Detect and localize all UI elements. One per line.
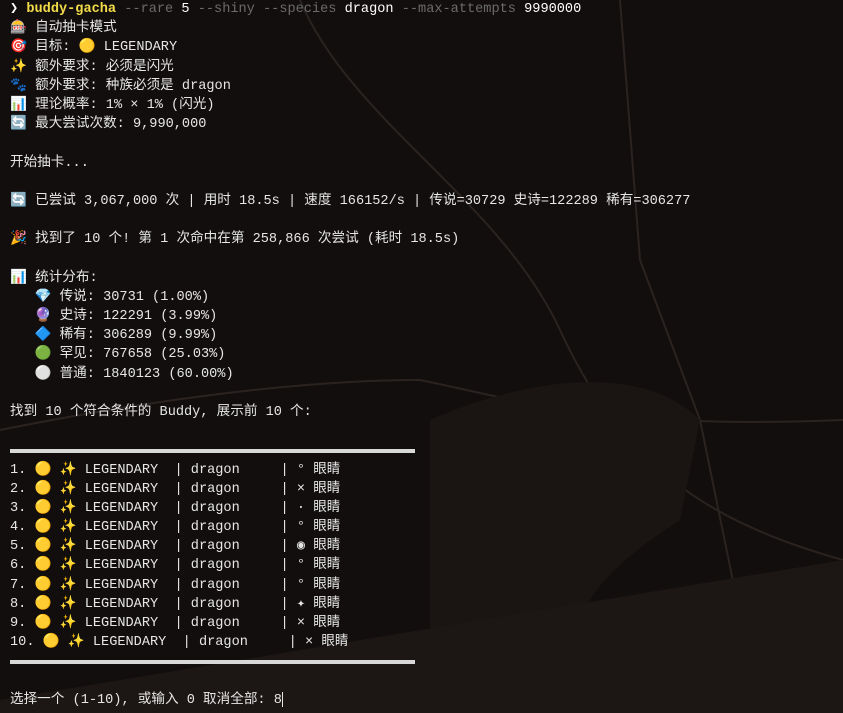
header-line: 🔄 最大尝试次数: 9,990,000 (10, 117, 207, 133)
eye-glyph: ° (296, 577, 306, 593)
sparkles-icon: ✨ (59, 539, 77, 555)
yellow-circle-icon: 🟡 (34, 500, 52, 516)
yellow-circle-icon: 🟡 (34, 616, 52, 631)
start-text: 开始抽卡... (10, 155, 89, 171)
sparkles-icon: ✨ (10, 59, 27, 75)
sparkles-icon: ✨ (67, 635, 85, 651)
result-row: 8. 🟡 ✨ LEGENDARY | dragon | ✦ 眼睛 (10, 596, 341, 612)
eye-glyph: × (296, 481, 306, 497)
crystal-ball-icon: 🔮 (34, 309, 52, 324)
yellow-circle-icon: 🟡 (34, 558, 52, 574)
eye-glyph: ° (296, 462, 306, 478)
refresh-icon: 🔄 (10, 193, 27, 209)
selection-input[interactable]: 8 (274, 693, 282, 708)
eye-glyph: ° (296, 558, 306, 574)
yellow-circle-icon: 🟡 (34, 539, 52, 555)
divider-bottom (10, 659, 415, 664)
header-line: 🎰 自动抽卡模式 (10, 21, 117, 37)
command-line: ❯ buddy-gacha --rare 5 --shiny --species… (10, 2, 582, 17)
party-icon: 🎉 (10, 232, 27, 248)
paw-icon: 🐾 (10, 78, 27, 94)
chart-icon: 📊 (10, 97, 27, 113)
result-row: 6. 🟡 ✨ LEGENDARY | dragon | ° 眼睛 (10, 558, 341, 574)
header-line: 🐾 额外要求: 种族必须是 dragon (10, 78, 231, 94)
chart-icon: 📊 (10, 270, 27, 286)
result-row: 2. 🟡 ✨ LEGENDARY | dragon | × 眼睛 (10, 481, 341, 497)
yellow-circle-icon: 🟡 (42, 635, 60, 651)
selection-prompt[interactable]: 选择一个 (1-10), 或输入 0 取消全部: 8 (10, 691, 843, 710)
stat-item: 🟢 罕见: 767658 (25.03%) (34, 347, 226, 363)
sparkles-icon: ✨ (59, 577, 77, 593)
result-row: 4. 🟡 ✨ LEGENDARY | dragon | ° 眼睛 (10, 520, 341, 536)
stat-item: 💎 传说: 30731 (1.00%) (34, 289, 210, 305)
sparkles-icon: ✨ (59, 558, 77, 574)
green-circle-icon: 🟢 (34, 347, 52, 363)
cursor (281, 691, 283, 707)
result-row: 5. 🟡 ✨ LEGENDARY | dragon | ◉ 眼睛 (10, 539, 341, 555)
result-row: 9. 🟡 ✨ LEGENDARY | dragon | × 眼睛 (10, 616, 341, 631)
eye-glyph: ✦ (296, 596, 306, 612)
result-row: 1. 🟡 ✨ LEGENDARY | dragon | ° 眼睛 (10, 462, 341, 478)
terminal: ❯ buddy-gacha --rare 5 --shiny --species… (10, 0, 843, 710)
yellow-circle-icon: 🟡 (34, 520, 52, 536)
gem-icon: 💎 (34, 289, 52, 305)
sparkles-icon: ✨ (59, 616, 77, 631)
stat-item: 🔮 史诗: 122291 (3.99%) (34, 309, 218, 324)
sparkles-icon: ✨ (59, 462, 77, 478)
yellow-circle-icon: 🟡 (34, 596, 52, 612)
yellow-circle-icon: 🟡 (34, 481, 52, 497)
sparkles-icon: ✨ (59, 596, 77, 612)
refresh-icon: 🔄 (10, 117, 27, 133)
eye-glyph: ◉ (296, 539, 306, 555)
eye-glyph: · (296, 500, 306, 516)
header-line: 📊 理论概率: 1% × 1% (闪光) (10, 97, 215, 113)
header-line: ✨ 额外要求: 必须是闪光 (10, 59, 174, 75)
sparkles-icon: ✨ (59, 481, 77, 497)
eye-glyph: ° (296, 520, 306, 536)
eye-glyph: × (296, 616, 306, 631)
white-circle-icon: ⚪ (34, 366, 52, 382)
stat-item: 🔷 稀有: 306289 (9.99%) (34, 328, 218, 344)
eye-glyph: × (305, 635, 314, 651)
summary-text: 找到 10 个符合条件的 Buddy, 展示前 10 个: (10, 404, 312, 420)
stats-title: 📊 统计分布: (10, 270, 98, 286)
blue-diamond-icon: 🔷 (34, 328, 52, 344)
yellow-circle-icon: 🟡 (34, 577, 52, 593)
divider-top (10, 448, 415, 453)
result-row: 10. 🟡 ✨ LEGENDARY | dragon | × 眼睛 (10, 635, 349, 651)
result-row: 3. 🟡 ✨ LEGENDARY | dragon | · 眼睛 (10, 500, 341, 516)
found-line: 🎉 找到了 10 个! 第 1 次命中在第 258,866 次尝试 (耗时 18… (10, 232, 460, 248)
stat-item: ⚪ 普通: 1840123 (60.00%) (34, 366, 234, 382)
sparkles-icon: ✨ (59, 500, 77, 516)
sparkles-icon: ✨ (59, 520, 77, 536)
slot-machine-icon: 🎰 (10, 21, 27, 37)
target-icon: 🎯 (10, 40, 27, 56)
progress-line: 🔄 已尝试 3,067,000 次 | 用时 18.5s | 速度 166152… (10, 193, 691, 209)
result-row: 7. 🟡 ✨ LEGENDARY | dragon | ° 眼睛 (10, 577, 341, 593)
yellow-circle-icon: 🟡 (34, 462, 52, 478)
header-line: 🎯 目标: 🟡 LEGENDARY (10, 40, 178, 56)
